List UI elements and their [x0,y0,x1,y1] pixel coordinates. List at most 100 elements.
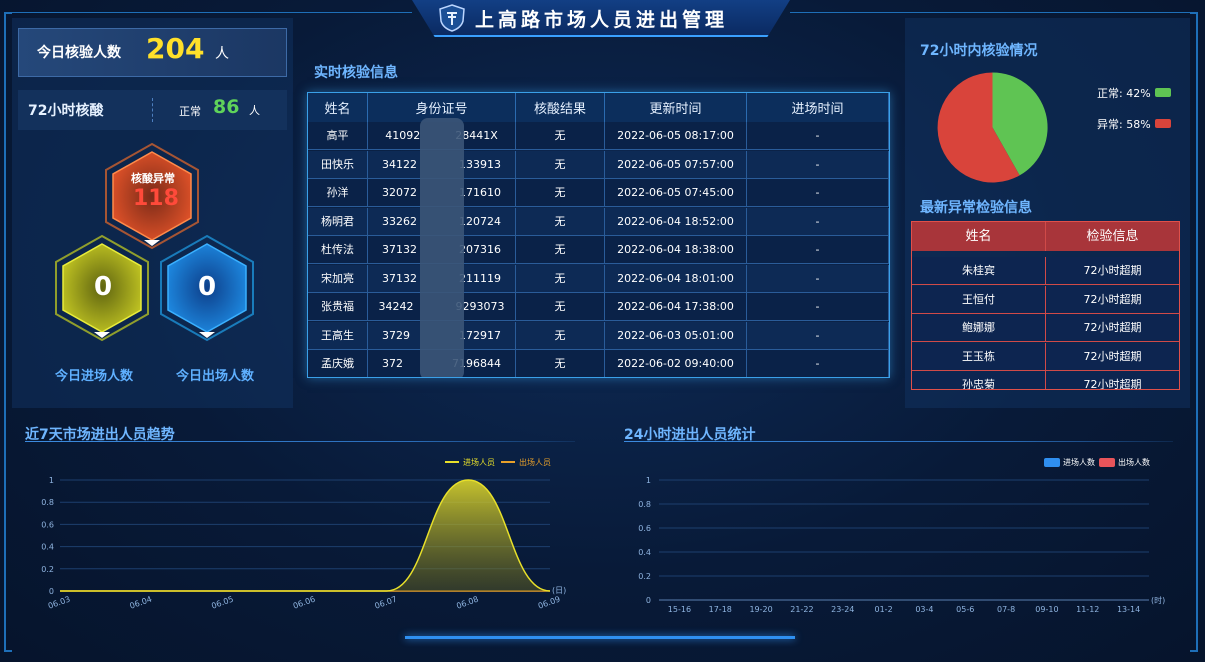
today-check-value: 204 [146,32,205,65]
table-cell: 张贵福 [308,293,368,321]
x-tick-label: 15-16 [668,605,691,614]
frame-top-left [12,12,412,13]
abnormal-table: 姓名 检验信息 朱桂宾 72小时超期 王恒付 72小时超期 鲍娜娜 72小时超期 王玉栋 72小时… [911,221,1180,390]
x-tick-label: 06.09 [537,595,562,611]
y-tick-label: 0.8 [638,500,651,509]
series-area-0 [60,480,550,591]
hex-enter-value: 0 [94,272,113,302]
legend-label: 出场人数 [1118,457,1150,467]
x-unit-label: (时) [1151,595,1165,605]
x-tick-label: 23-24 [831,605,854,614]
table-cell: 2022-06-05 07:57:00 [605,150,747,179]
frame-right [1190,12,1198,652]
hours72-label: 72小时核酸 [28,103,104,119]
x-tick-label: 05-6 [956,605,974,614]
table-cell: 孙洋 [308,179,368,207]
table-cell: 无 [516,236,605,264]
table-row[interactable]: 张贵福 34242 9293073 无 2022-06-04 17:38:00- [308,293,889,321]
list-item[interactable]: 朱桂宾 72小时超期 [912,257,1179,285]
list-item[interactable]: 王恒付 72小时超期 [912,285,1179,314]
table-cell: - [747,321,889,350]
hours72-divider [152,98,153,122]
y-tick-label: 0.2 [638,572,651,581]
table-row[interactable]: 孙洋 32072 171610 无 2022-06-05 07:45:00- [308,179,889,207]
x-tick-label: 06.04 [129,595,154,611]
list-item[interactable]: 鲍娜娜 72小时超期 [912,314,1179,342]
table-cell: - [747,179,889,207]
table-cell: - [747,207,889,236]
shield-icon [439,4,465,32]
hourly24-chart: 0 0.2 0.4 0.6 0.8 1 15-16 17-18 19-20 21-22 23-24 0… [638,457,1165,614]
table-row[interactable]: 杨明君 33262 120724 无 2022-06-04 18:52:00- [308,207,889,236]
table-cell: 72小时超期 [1083,378,1142,390]
table-row[interactable]: 宋加亮 37132 211119 无 2022-06-04 18:01:00- [308,264,889,293]
hours72-unit: 人 [249,104,260,117]
table-row[interactable]: 田快乐 34122 133913 无 2022-06-05 07:57:00- [308,150,889,179]
x-tick-label: 13-14 [1117,605,1140,614]
legend-abnormal-swatch [1155,119,1171,128]
x-tick-label: 06.06 [292,595,317,611]
frame-bottom-glow [405,636,795,639]
hex-abnormal-label: 核酸异常 [131,172,175,185]
table-cell: 2022-06-04 18:52:00 [605,207,747,236]
list-item[interactable]: 王玉栋 72小时超期 [912,342,1179,371]
table-cell: 高平 [308,122,368,150]
table-cell: - [747,264,889,293]
x-tick-label: 06.05 [210,595,235,611]
table-cell: 无 [516,321,605,350]
table-cell: - [747,350,889,377]
table-row[interactable]: 杜传法 37132 207316 无 2022-06-04 18:38:00- [308,236,889,264]
table-cell: 王高生 [308,321,368,350]
today-check-unit: 人 [215,46,229,62]
trend7-underline [25,441,575,442]
table-cell: 孙忠菊 [912,371,1046,389]
table-cell: 无 [516,293,605,321]
trend7-chart: 0 0.2 0.4 0.6 0.8 1 06.03 06.04 06.05 06.06 06.07 0… [41,457,566,611]
check72-title: 72小时内核验情况 [920,43,1038,59]
y-tick-label: 0.6 [638,524,651,533]
table-cell: 2022-06-04 17:38:00 [605,293,747,321]
y-tick-label: 0 [646,596,651,605]
table-cell: 鲍娜娜 [912,314,1046,342]
legend-abnormal-text: 异常: 58% [1097,118,1151,131]
x-tick-label: 06.08 [455,595,480,611]
table-cell: 杜传法 [308,236,368,264]
table-cell: - [747,236,889,264]
y-tick-label: 0.2 [41,565,54,574]
frame-top-right [790,12,1190,13]
x-tick-label: 03-4 [915,605,933,614]
table-cell: 2022-06-04 18:38:00 [605,236,747,264]
table-cell: 无 [516,264,605,293]
legend-label: 进场人数 [1063,457,1095,467]
y-tick-label: 1 [49,476,54,485]
table-cell: 72小时超期 [1083,264,1142,277]
legend-normal-swatch [1155,88,1171,97]
abnormal-col-header[interactable]: 检验信息 [1046,222,1179,251]
hours72-normal-value: 86 [213,96,240,118]
table-cell: 无 [516,179,605,207]
list-item[interactable]: 孙忠菊 72小时超期 [912,371,1179,390]
table-cell: - [747,293,889,321]
table-cell: 2022-06-02 09:40:00 [605,350,747,377]
table-cell: 无 [516,122,605,150]
table-cell: - [747,150,889,179]
x-tick-label: 09-10 [1035,605,1058,614]
id-blur-mask [420,118,464,377]
abnormal-col-header[interactable]: 姓名 [912,222,1046,251]
x-tick-label: 06.03 [47,595,72,611]
table-row[interactable]: 孟庆娥 372 7196844 无 2022-06-02 09:40:00- [308,350,889,377]
x-tick-label: 11-12 [1076,605,1099,614]
hex-exit-label: 今日出场人数 [176,369,255,384]
table-row[interactable]: 王高生 3729 172917 无 2022-06-03 05:01:00- [308,321,889,350]
hourly24-underline [624,441,1173,442]
legend-swatch [1044,458,1060,467]
x-tick-label: 06.07 [374,595,399,611]
table-cell: 2022-06-04 18:01:00 [605,264,747,293]
table-row[interactable]: 高平 41092 28441X 无 2022-06-05 08:17:00- [308,122,889,150]
table-cell: - [747,122,889,150]
table-cell: 孟庆娥 [308,350,368,377]
hours72-normal-label: 正常 [179,105,201,118]
y-tick-label: 0.4 [638,548,651,557]
frame-left [4,12,12,652]
realtime-title: 实时核验信息 [314,65,398,81]
